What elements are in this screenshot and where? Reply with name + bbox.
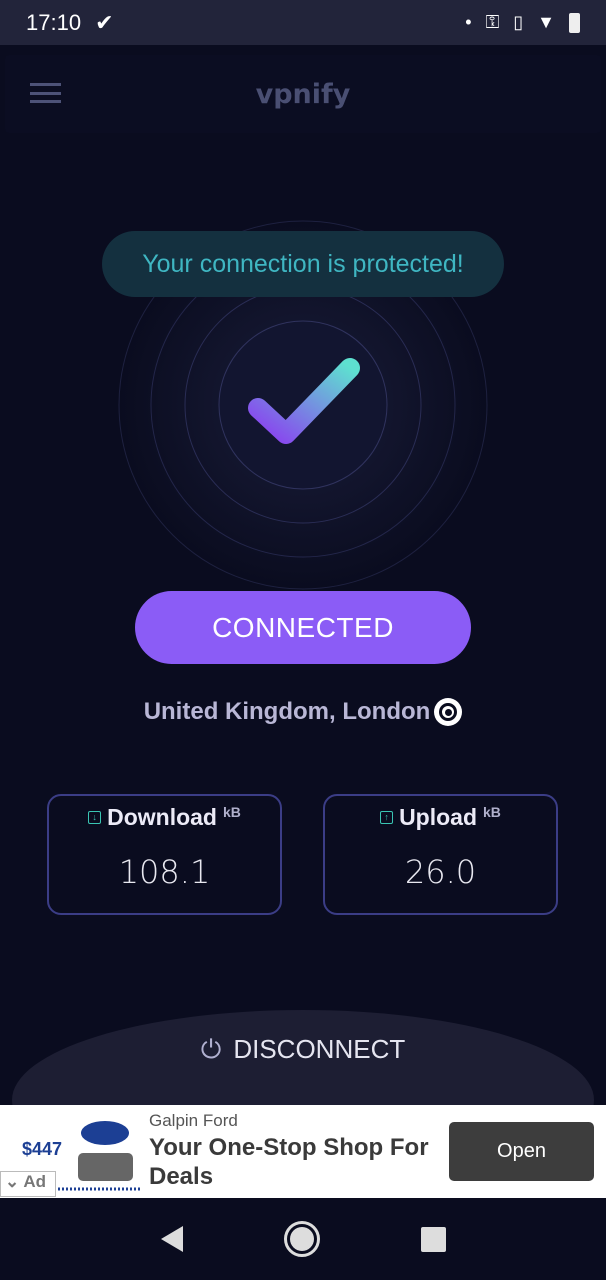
home-icon[interactable]: [283, 1221, 320, 1257]
app-bar: vpnify: [5, 55, 601, 133]
upload-icon: ↑: [380, 811, 394, 824]
ad-image-price: $447: [22, 1139, 62, 1159]
connect-button[interactable]: CONNECTED: [135, 591, 471, 664]
location-target-icon[interactable]: [434, 698, 463, 726]
recents-icon[interactable]: [420, 1226, 446, 1252]
status-bar: 17:10 ✔ • ⚿ ▯ ▼: [0, 0, 606, 45]
upload-value: 26.0: [404, 853, 477, 891]
download-unit: kB: [222, 804, 241, 820]
upload-label: Upload: [399, 804, 478, 830]
back-icon[interactable]: [160, 1226, 183, 1252]
ad-advertiser: Galpin Ford: [149, 1111, 238, 1130]
chevron-down-icon: ⌄: [5, 1172, 24, 1191]
server-location[interactable]: United Kingdom, London: [0, 698, 606, 726]
vpn-key-icon: ⚿: [485, 12, 500, 32]
ad-banner[interactable]: $447 Galpin Ford Your One-Stop Shop For …: [0, 1105, 606, 1198]
upload-unit: kB: [483, 804, 501, 820]
battery-icon: [569, 12, 580, 33]
wifi-icon: ▼: [537, 12, 555, 32]
app-title: vpnify: [255, 79, 351, 110]
download-value: 108.1: [118, 853, 211, 891]
check-icon: ✔: [95, 9, 114, 35]
download-label: Download: [107, 804, 217, 830]
download-icon: ↓: [88, 811, 102, 824]
clock: 17:10: [26, 9, 82, 35]
ad-badge-label: Ad: [23, 1172, 47, 1191]
status-message: Your connection is protected!: [102, 231, 504, 297]
upload-card: ↑ Upload kB 26.0: [323, 794, 558, 915]
system-nav-bar: [0, 1198, 606, 1280]
ad-headline: Your One-Stop Shop For Deals: [149, 1134, 429, 1190]
download-card: ↓ Download kB 108.1: [47, 794, 282, 915]
dot-icon: •: [465, 12, 472, 32]
ad-open-button[interactable]: Open: [449, 1122, 594, 1181]
vibrate-icon: ▯: [513, 12, 524, 32]
location-label: United Kingdom, London: [143, 698, 431, 725]
ad-choices-badge[interactable]: ⌄ Ad: [0, 1171, 56, 1197]
